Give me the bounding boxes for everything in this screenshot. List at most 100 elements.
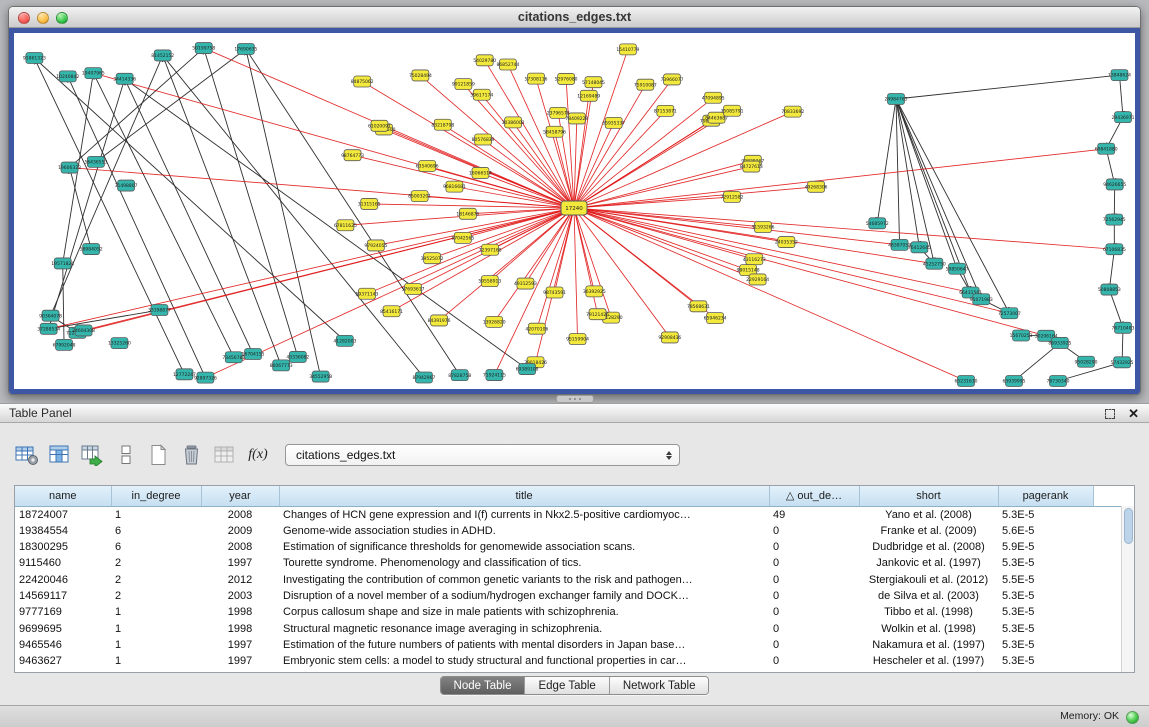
- table-scrollbar-thumb[interactable]: [1124, 508, 1133, 544]
- graph-node[interactable]: 59558913: [478, 276, 501, 287]
- table-cell[interactable]: Jankovic et al. (1997): [859, 555, 998, 571]
- table-cell[interactable]: 5.3E-5: [998, 637, 1093, 653]
- table-cell[interactable]: Disruption of a novel member of a sodium…: [279, 588, 769, 604]
- table-cell[interactable]: 9115460: [15, 555, 111, 571]
- close-panel-icon[interactable]: ✕: [1128, 404, 1139, 423]
- graph-node[interactable]: 59371143: [356, 288, 379, 299]
- table-cell[interactable]: Structural magnetic resonance image aver…: [279, 621, 769, 637]
- table-cell[interactable]: 5.3E-5: [998, 621, 1093, 637]
- graph-node[interactable]: 34552958: [309, 371, 332, 382]
- graph-edge[interactable]: [877, 99, 896, 223]
- graph-node[interactable]: 97924055: [364, 240, 387, 251]
- graph-edge[interactable]: [566, 79, 574, 208]
- table-row[interactable]: 946554611997Estimation of the future num…: [15, 637, 1123, 653]
- graph-node[interactable]: 54685972: [866, 218, 889, 229]
- graph-node[interactable]: 83218798: [431, 119, 454, 130]
- table-cell[interactable]: 0: [769, 621, 859, 637]
- graph-node[interactable]: 75910087: [634, 79, 657, 90]
- graph-node[interactable]: 92908436: [658, 332, 681, 343]
- graph-node[interactable]: 16704155: [242, 349, 265, 360]
- graph-node[interactable]: 22929164: [746, 274, 769, 285]
- graph-node[interactable]: 76710483: [1112, 322, 1135, 333]
- graph-node[interactable]: 41282003: [333, 335, 356, 346]
- graph-node[interactable]: 43116273: [743, 254, 766, 265]
- graph-edge[interactable]: [574, 208, 748, 270]
- table-scrollbar[interactable]: [1121, 506, 1134, 672]
- graph-node[interactable]: 72912582: [721, 191, 744, 202]
- table-cell[interactable]: 5.3E-5: [998, 506, 1093, 523]
- function-builder-icon[interactable]: f(x): [245, 442, 271, 468]
- table-cell[interactable]: Franke et al. (2009): [859, 523, 998, 539]
- table-cell[interactable]: 2009: [201, 523, 279, 539]
- table-cell[interactable]: 9465546: [15, 637, 111, 653]
- table-cell[interactable]: Corpus callosum shape and size in male p…: [279, 604, 769, 620]
- table-cell[interactable]: 2: [111, 572, 201, 588]
- graph-edge[interactable]: [70, 168, 92, 249]
- graph-node[interactable]: 15410779: [616, 44, 639, 55]
- table-row[interactable]: 946362711997Embryonic stem cells: a mode…: [15, 653, 1123, 669]
- column-header-in-degree[interactable]: in_degree: [111, 486, 201, 506]
- table-cell[interactable]: 19384554: [15, 523, 111, 539]
- graph-edge[interactable]: [353, 155, 574, 208]
- table-cell[interactable]: 9777169: [15, 604, 111, 620]
- graph-node[interactable]: 91861323: [23, 53, 46, 64]
- table-cell[interactable]: 0: [769, 523, 859, 539]
- graph-node[interactable]: 67811625: [334, 220, 357, 231]
- graph-node[interactable]: 33198877: [148, 305, 171, 316]
- graph-node[interactable]: 12772247: [173, 369, 196, 380]
- table-cell[interactable]: Genome-wide association studies in ADHD.: [279, 523, 769, 539]
- table-cell[interactable]: 0: [769, 572, 859, 588]
- table-cell[interactable]: 6: [111, 523, 201, 539]
- graph-edge[interactable]: [574, 208, 1114, 249]
- table-row[interactable]: 1872400712008Changes of HCN gene express…: [15, 506, 1123, 523]
- graph-edge[interactable]: [125, 79, 527, 369]
- table-cell[interactable]: 1: [111, 637, 201, 653]
- table-cell[interactable]: Investigating the contribution of common…: [279, 572, 769, 588]
- row-height-icon[interactable]: [113, 442, 139, 468]
- minimize-window-icon[interactable]: [37, 12, 49, 24]
- column-header-name[interactable]: name: [15, 486, 111, 506]
- graph-node[interactable]: 34414336: [113, 73, 136, 84]
- column-header-title[interactable]: title: [279, 486, 769, 506]
- graph-node[interactable]: 61020091: [368, 120, 391, 131]
- table-cell[interactable]: 1: [111, 604, 201, 620]
- graph-node[interactable]: 45252750: [923, 258, 946, 269]
- table-cell[interactable]: Stergiakouli et al. (2012): [859, 572, 998, 588]
- graph-node[interactable]: 50199758: [192, 43, 215, 54]
- graph-edge[interactable]: [204, 48, 298, 357]
- table-cell[interactable]: 5.3E-5: [998, 588, 1093, 604]
- graph-node[interactable]: 57148045: [582, 77, 605, 88]
- table-cell[interactable]: 0: [769, 653, 859, 669]
- table-cell[interactable]: 5.3E-5: [998, 555, 1093, 571]
- network-canvas[interactable]: 7291258231593266240353524311627398015148…: [14, 33, 1137, 390]
- table-cell[interactable]: 9463627: [15, 653, 111, 669]
- column-header-short[interactable]: short: [859, 486, 998, 506]
- table-cell[interactable]: 22420046: [15, 572, 111, 588]
- graph-edge[interactable]: [70, 168, 574, 208]
- table-cell[interactable]: Nakamura et al. (1997): [859, 637, 998, 653]
- table-cell[interactable]: 1997: [201, 653, 279, 669]
- table-cell[interactable]: 1998: [201, 621, 279, 637]
- graph-node[interactable]: 37288534: [37, 323, 60, 334]
- window-titlebar[interactable]: citations_edges.txt: [9, 7, 1140, 28]
- table-cell[interactable]: 2003: [201, 588, 279, 604]
- table-cell[interactable]: 5.3E-5: [998, 653, 1093, 669]
- table-cell[interactable]: 6: [111, 539, 201, 555]
- table-selector-dropdown[interactable]: citations_edges.txt: [285, 444, 680, 466]
- graph-node[interactable]: 43336082: [286, 351, 309, 362]
- memory-status-icon[interactable]: [1126, 711, 1139, 724]
- table-row[interactable]: 1938455462009Genome-wide association stu…: [15, 523, 1123, 539]
- graph-node[interactable]: 95159904: [566, 334, 589, 345]
- graph-node[interactable]: 71924115: [483, 370, 506, 381]
- graph-node[interactable]: 95071983: [970, 294, 993, 305]
- graph-node[interactable]: 13926820: [483, 316, 506, 327]
- table-cell[interactable]: Dudbridge et al. (2008): [859, 539, 998, 555]
- table-cell[interactable]: 14569117: [15, 588, 111, 604]
- graph-node[interactable]: 16066514: [469, 167, 492, 178]
- graph-node[interactable]: 58458796: [543, 126, 566, 137]
- graph-edge[interactable]: [574, 208, 594, 291]
- graph-edge[interactable]: [246, 49, 321, 377]
- table-cell[interactable]: Hescheler et al. (1997): [859, 653, 998, 669]
- graph-node[interactable]: 19407965: [82, 68, 105, 79]
- graph-edge[interactable]: [1119, 75, 1123, 117]
